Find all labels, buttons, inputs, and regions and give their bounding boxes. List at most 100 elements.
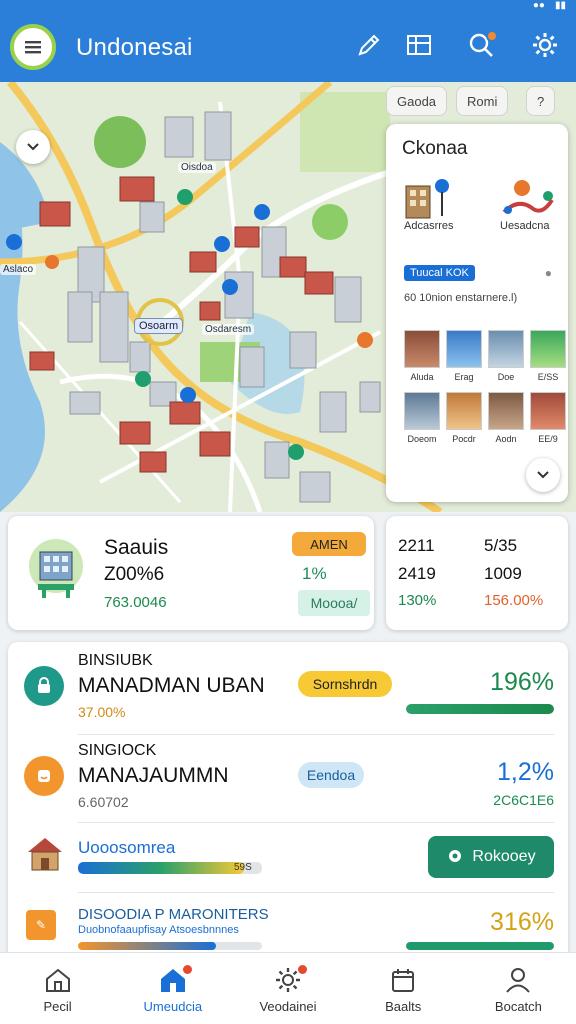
thumbnail-caption: Doe [497,372,515,382]
summary-title: Saauis [104,536,169,559]
nav-item-places[interactable]: Umeudcia [115,953,230,1024]
category-badge: Eendoa [298,762,364,788]
progress-fill [78,942,216,950]
summary-percent: 1% [302,564,327,583]
photo-thumbnail[interactable] [404,330,440,368]
wifi-icon: ●● [532,0,545,11]
menu-button[interactable] [10,24,56,70]
location-pin-icon [449,850,462,862]
photo-thumbnail[interactable] [530,392,566,430]
divider [78,822,554,823]
locate-button[interactable]: Rokooey [428,836,554,878]
list-item-percent: 316% [490,908,554,936]
list-item-sub: Duobnofaaupfisay Atsoesbnnnes [78,924,239,936]
notification-badge [486,30,498,42]
nav-item-home[interactable]: Pecil [0,953,115,1024]
gear-icon [533,33,557,57]
list-item-title[interactable]: MANADMAN UBAN [78,674,265,698]
stats-card: 2211 2419 130% 5/35 1009 156.00% [386,516,568,630]
collapse-button[interactable] [16,130,50,164]
map-help-chip[interactable]: ? [526,86,556,116]
notification-dot [182,965,192,974]
thumbnail-caption: Aodn [495,434,517,444]
category-label: Uesadcna [500,220,550,232]
search-button[interactable] [466,30,498,60]
city-map[interactable]: Gaoda Romi ? Oisdoa Aslaco Osdaresm Osoa… [0,82,576,512]
progress-bar [406,942,554,950]
list-item-title[interactable]: Uooosomrea [78,838,175,858]
photo-thumbnail[interactable] [404,392,440,430]
nav-label: Veodainei [259,999,317,1014]
stat-value: 5/35 [484,536,518,555]
mode-badge[interactable]: Moooa/ [298,590,370,616]
stat-value: 1009 [484,564,522,583]
map-icon [407,35,431,55]
panel-tag[interactable]: Tuucal KOK [404,265,475,281]
smile-icon [38,770,50,782]
bottom-nav: Pecil Umeudcia Veodainei Baalts Bocatch [0,952,576,1024]
thumbnail-caption: Pocdr [452,434,476,444]
list-item-sub: 37.00% [78,704,126,720]
list-item-percent: 196% [490,668,554,696]
nav-label: Bocatch [494,999,542,1014]
map-selected-location[interactable]: Osoarm [134,318,184,334]
thumbnail-caption: Doeom [407,434,437,444]
list-item-title[interactable]: DISOODIA P MARONITERS [78,906,269,923]
location-pin-icon[interactable]: ● [545,266,552,280]
stat-value: 2211 [398,536,435,555]
photo-thumbnail[interactable] [488,330,524,368]
calendar-icon [392,969,415,992]
list-item-title[interactable]: MANAJAUMMN [78,764,229,788]
hamburger-icon [25,41,41,54]
divider [78,892,554,893]
nav-item-settings[interactable]: Veodainei [230,953,345,1024]
photo-thumbnail[interactable] [488,392,524,430]
photo-thumbnail[interactable] [446,330,482,368]
app-title: Undonesai [76,34,193,61]
map-filter-chip[interactable]: Romi [456,86,509,116]
progress-fill [406,942,554,950]
panel-subtitle: 60 10nion enstarnere.l) [404,292,518,304]
nav-label: Baalts [385,999,422,1014]
map-layers-button[interactable] [404,30,434,60]
nav-label: Umeudcia [143,999,203,1014]
status-bar: ●● ▮▮ [533,0,566,12]
category-badge: Sornshrdn [298,671,392,697]
building-pin-icon[interactable] [400,176,460,224]
nav-item-profile[interactable]: Bocatch [461,953,576,1024]
monitor-icon: ✎ [26,910,56,940]
map-filter-chip[interactable]: Gaoda [386,86,448,116]
status-badge: AMEN [292,532,366,556]
pencil-icon [358,34,380,56]
map-place-label: Osdaresm [202,324,255,335]
photo-thumbnail[interactable] [446,392,482,430]
list-item-percent: 1,2% [497,758,554,786]
list-item-kicker: BINSIUBK [78,652,153,669]
list-item-icon [24,756,64,796]
thumbnail-caption: Erag [454,372,474,382]
places-panel: Ckonaa Adcasrres Uesadcna Tuucal KOK ● 6… [386,124,568,502]
thumbnail-caption: Aluda [410,372,434,382]
battery-icon: ▮▮ [554,0,566,11]
photo-thumbnail[interactable] [530,330,566,368]
nav-item-calendar[interactable]: Baalts [346,953,461,1024]
route-pin-icon[interactable] [498,176,558,224]
nav-label: Pecil [43,999,72,1014]
expand-panel-button[interactable] [526,458,560,492]
user-icon [506,968,531,993]
summary-card[interactable]: Saauis Z00%6 763.0046 AMEN 1% Moooa/ [8,516,374,630]
summary-subvalue: 763.0046 [104,594,167,611]
building-icon [29,539,83,598]
draw-button[interactable] [354,30,384,60]
summary-value: Z00%6 [104,564,165,585]
chevron-down-icon [537,471,549,479]
house-icon [28,838,62,871]
category-label: Adcasrres [404,220,454,232]
bar-value: 59S [234,862,252,873]
list-item-icon [24,666,64,706]
settings-button[interactable] [530,30,560,60]
thumbnail-caption: EE/9 [538,434,558,444]
metrics-list: BINSIUBK MANADMAN UBAN 37.00% Sornshrdn … [8,642,568,952]
progress-bar [406,704,554,714]
thumbnail-caption: E/SS [537,372,559,382]
